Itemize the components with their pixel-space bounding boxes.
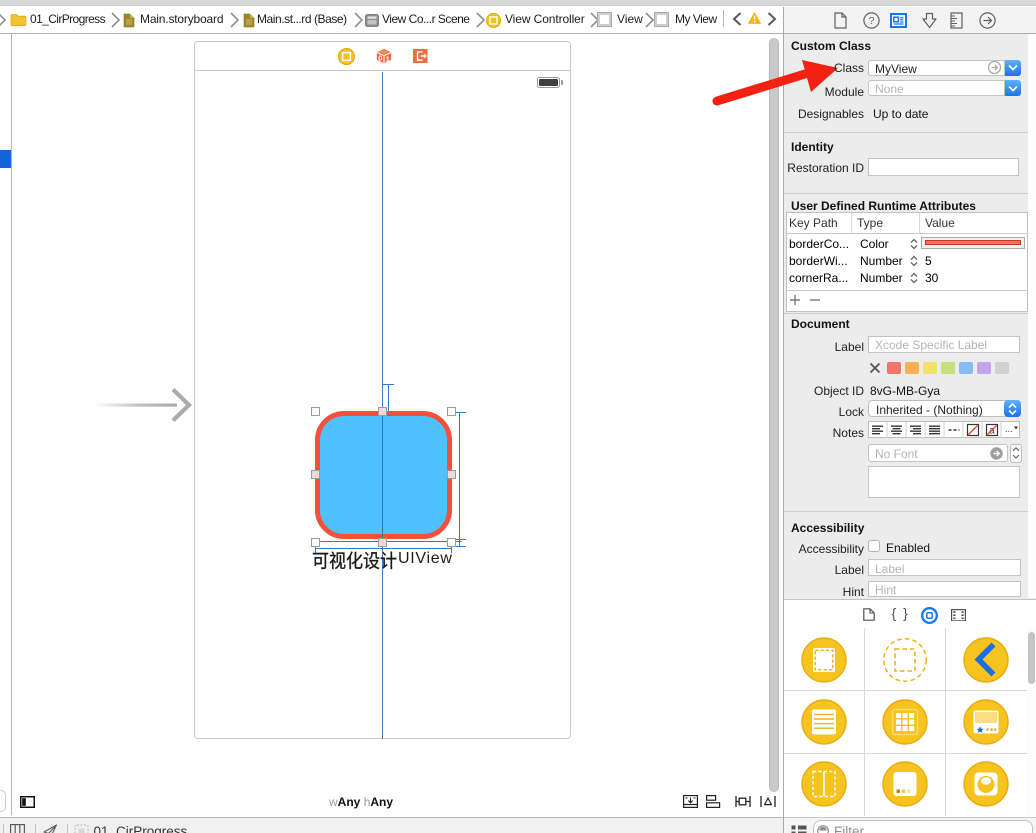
svg-text:1: 1 xyxy=(385,54,389,63)
svg-text:0: 0 xyxy=(378,54,382,63)
svg-text:...: ... xyxy=(1005,424,1013,434)
svg-text:?: ? xyxy=(869,15,875,27)
